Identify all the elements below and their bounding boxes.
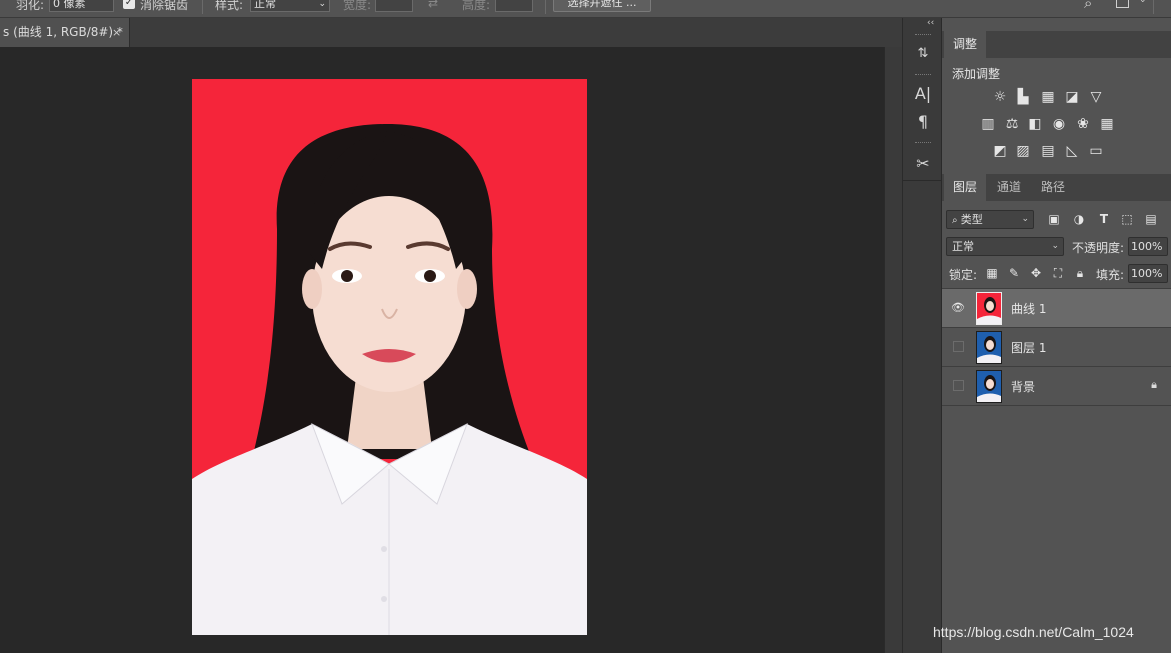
chevron-down-icon[interactable]: ⌄ [1139, 0, 1147, 5]
lock-transparent-icon[interactable]: ▦ [985, 266, 999, 280]
exposure-icon[interactable]: ◪ [1063, 90, 1081, 105]
lock-all-icon[interactable]: 🔒︎ [1073, 266, 1087, 280]
smart-object-filter-icon[interactable]: ▤ [1144, 212, 1158, 226]
shape-filter-icon[interactable]: ⬚ [1120, 212, 1134, 226]
style-select-value: 正常 [254, 0, 276, 10]
photo-filter-icon[interactable]: ◉ [1050, 117, 1068, 132]
collapsed-panel-strip: ‹‹ ⇅ A| ¶ ✂ [902, 18, 943, 653]
chevron-down-icon: ⌄ [1051, 241, 1059, 251]
fill-label: 填充: [1096, 268, 1125, 282]
pixel-filter-icon[interactable]: ▣ [1047, 212, 1061, 226]
chevron-down-icon: ⌄ [1021, 214, 1029, 224]
gradient-map-icon[interactable]: ▭ [1087, 144, 1105, 159]
layer-thumbnail [976, 292, 1002, 325]
visibility-toggle[interactable] [953, 341, 964, 352]
layer-name[interactable]: 背景 [1011, 378, 1035, 395]
black-white-icon[interactable]: ◧ [1026, 117, 1044, 132]
adjustments-tab-bar: 调整 [942, 31, 1171, 58]
right-panel-dock: 调整 添加调整 ☼ ▙ ▦ ◪ ▽ ▥ ⚖ ◧ ◉ ❀ ▦ ◩ ▨ ▤ ◺ ▭ … [942, 18, 1171, 653]
layer-row-curves[interactable]: 👁︎ 曲线 1 [942, 289, 1171, 328]
tab-adjustments[interactable]: 调整 [944, 31, 986, 58]
width-label: 宽度: [343, 0, 372, 12]
character-icon[interactable]: A| [907, 82, 939, 106]
divider [1153, 0, 1154, 14]
color-lookup-icon[interactable]: ▦ [1098, 117, 1116, 132]
lock-icon: 🔒︎ [1151, 378, 1157, 391]
vibrance-icon[interactable]: ▽ [1087, 90, 1105, 105]
threshold-icon[interactable]: ▤ [1039, 144, 1057, 159]
tool-presets-icon[interactable]: ✂ [907, 152, 939, 176]
lock-position-icon[interactable]: ✥ [1029, 266, 1043, 280]
feather-label: 羽化: [16, 0, 45, 12]
search-icon[interactable]: ⌕ [1084, 0, 1092, 12]
antialias-checkbox[interactable]: ✓ [123, 0, 135, 9]
antialias-label: 消除锯齿 [140, 0, 189, 12]
workspace-icon[interactable] [1116, 0, 1129, 8]
layer-name[interactable]: 图层 1 [1011, 339, 1046, 356]
panel-grip[interactable] [915, 74, 931, 77]
hue-saturation-icon[interactable]: ▥ [979, 117, 997, 132]
paragraph-icon[interactable]: ¶ [907, 110, 939, 134]
type-filter-icon[interactable]: T [1097, 212, 1111, 226]
layer-thumbnail [976, 370, 1002, 403]
opacity-input[interactable]: 100% [1128, 237, 1168, 256]
divider [202, 0, 203, 14]
lock-label: 锁定: [949, 268, 978, 282]
fill-input[interactable]: 100% [1128, 264, 1168, 283]
close-icon[interactable]: × [112, 18, 121, 47]
swap-arrow-icon[interactable]: ⇄ [428, 0, 438, 10]
lock-artboard-icon[interactable]: ⛶ [1051, 266, 1065, 280]
portrait-photo [192, 79, 587, 635]
layer-filter-value: 类型 [960, 213, 983, 226]
history-icon[interactable]: ⇅ [907, 42, 939, 66]
posterize-icon[interactable]: ▨ [1014, 144, 1032, 159]
curves-icon[interactable]: ▦ [1039, 90, 1057, 105]
layer-name[interactable]: 曲线 1 [1011, 300, 1046, 317]
layers-tab-bar: 图层 通道 路径 [942, 174, 1171, 201]
invert-icon[interactable]: ◩ [991, 144, 1009, 159]
add-adjustment-label: 添加调整 [952, 67, 1001, 81]
height-input[interactable] [495, 0, 533, 12]
panel-grip[interactable] [915, 34, 931, 37]
channel-mixer-icon[interactable]: ❀ [1074, 117, 1092, 132]
tab-paths[interactable]: 路径 [1032, 174, 1074, 201]
document-canvas[interactable] [192, 79, 587, 635]
layer-row-background[interactable]: 背景 🔒︎ [942, 367, 1171, 406]
style-label: 样式: [215, 0, 244, 12]
layer-filter-select[interactable]: ⌕ 类型 ⌄ [946, 210, 1034, 229]
brightness-contrast-icon[interactable]: ☼ [991, 90, 1009, 105]
document-tab[interactable]: s (曲线 1, RGB/8#) * × [0, 18, 130, 47]
panel-grip[interactable] [915, 142, 931, 145]
select-and-mask-button[interactable]: 选择并遮住 ... [553, 0, 651, 12]
height-label: 高度: [462, 0, 491, 12]
levels-icon[interactable]: ▙ [1014, 90, 1032, 105]
opacity-label: 不透明度: [1072, 241, 1125, 255]
feather-input[interactable]: 0 像素 [49, 0, 114, 12]
layer-thumbnail [976, 331, 1002, 364]
width-input[interactable] [375, 0, 413, 12]
tab-channels[interactable]: 通道 [988, 174, 1030, 201]
selective-color-icon[interactable]: ◺ [1063, 144, 1081, 159]
collapse-arrows-icon[interactable]: ‹‹ [927, 18, 934, 28]
blend-mode-value: 正常 [952, 240, 974, 253]
visibility-toggle[interactable] [953, 380, 964, 391]
chevron-down-icon: ⌄ [318, 0, 326, 9]
search-icon: ⌕ [952, 215, 961, 226]
eye-icon[interactable]: 👁︎ [951, 301, 965, 315]
document-tab-bar: s (曲线 1, RGB/8#) * × [0, 18, 902, 47]
divider [903, 180, 943, 181]
layer-row-layer1[interactable]: 图层 1 [942, 328, 1171, 367]
blend-mode-select[interactable]: 正常 ⌄ [946, 237, 1064, 256]
watermark: https://blog.csdn.net/Calm_1024 [933, 624, 1134, 640]
lock-image-brush-icon[interactable]: ✎ [1007, 266, 1021, 280]
vertical-scrollbar[interactable] [884, 47, 902, 653]
tab-layers[interactable]: 图层 [944, 174, 986, 201]
document-tab-title: s (曲线 1, RGB/8#) * [3, 25, 123, 39]
divider [545, 0, 546, 14]
adjustment-filter-icon[interactable]: ◑ [1072, 212, 1086, 226]
color-balance-icon[interactable]: ⚖ [1003, 117, 1021, 132]
options-bar: 羽化: 0 像素 ✓ 消除锯齿 样式: 正常 ⌄ 宽度: ⇄ 高度: 选择并遮住… [0, 0, 1171, 18]
style-select[interactable]: 正常 ⌄ [250, 0, 330, 12]
